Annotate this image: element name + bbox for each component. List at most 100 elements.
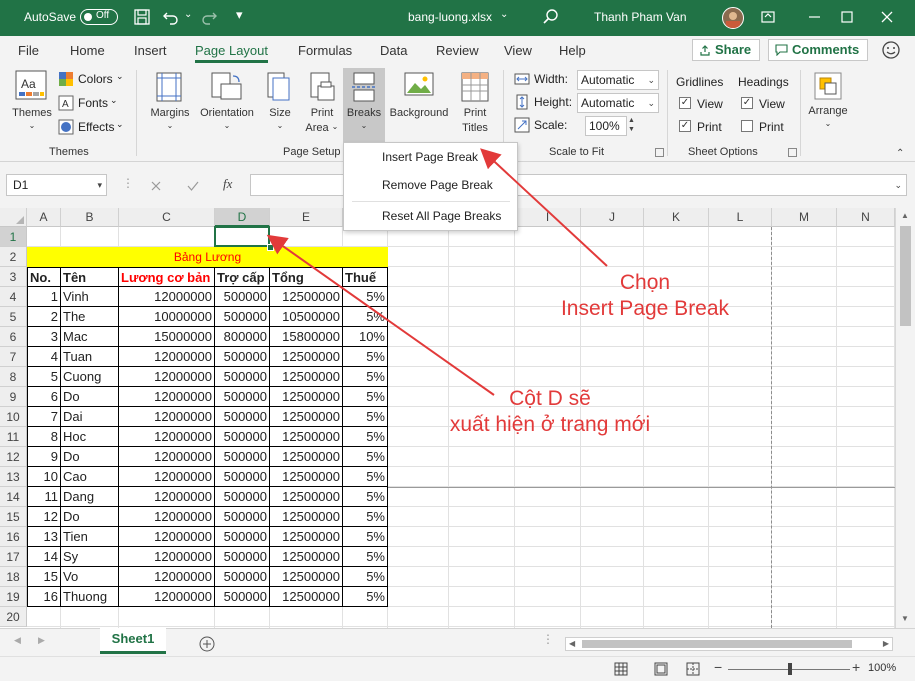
table-cell[interactable]: 12500000 (270, 287, 343, 307)
row-header-7[interactable]: 7 (0, 347, 27, 367)
tab-page-layout[interactable]: Page Layout (195, 43, 269, 63)
table-cell[interactable]: Tien (61, 527, 119, 547)
zoom-slider-thumb[interactable] (788, 663, 792, 675)
scale-spinner[interactable]: ▲ ▼ (628, 116, 640, 136)
gridlines-print-checkbox[interactable]: ✓ (679, 120, 691, 132)
table-cell[interactable]: The (61, 307, 119, 327)
column-title-cell[interactable]: Thuế (343, 267, 388, 287)
column-header-m[interactable]: M (772, 208, 837, 227)
column-header-l[interactable]: L (709, 208, 772, 227)
breaks-button[interactable]: Breaks ⌄ (343, 68, 385, 142)
table-cell[interactable]: Cuong (61, 367, 119, 387)
table-cell[interactable]: 500000 (215, 547, 270, 567)
table-cell[interactable]: Hoc (61, 427, 119, 447)
table-cell[interactable]: 12500000 (270, 367, 343, 387)
menu-item-insert-page-break[interactable]: Insert Page Break (382, 150, 478, 164)
table-cell[interactable]: Vinh (61, 287, 119, 307)
row-header-10[interactable]: 10 (0, 407, 27, 427)
page-layout-view-icon[interactable] (654, 662, 668, 676)
table-cell[interactable]: 12000000 (119, 447, 215, 467)
margins-dropdown-icon[interactable]: ⌄ (162, 121, 178, 130)
table-cell[interactable]: 5% (343, 447, 388, 467)
share-button[interactable]: Share (692, 39, 760, 61)
row-header-2[interactable]: 2 (0, 247, 27, 267)
table-cell[interactable]: 12500000 (270, 547, 343, 567)
table-cell[interactable]: 500000 (215, 307, 270, 327)
table-cell[interactable]: 12500000 (270, 487, 343, 507)
row-header-9[interactable]: 9 (0, 387, 27, 407)
table-cell[interactable]: 500000 (215, 467, 270, 487)
scroll-right-icon[interactable]: ▶ (883, 639, 889, 648)
fonts-button[interactable]: A Fonts ⌄ (58, 95, 118, 114)
table-cell[interactable]: 500000 (215, 387, 270, 407)
table-cell[interactable]: 5% (343, 427, 388, 447)
close-icon[interactable] (878, 8, 896, 26)
zoom-in-icon[interactable]: + (852, 659, 860, 675)
table-cell[interactable]: 5% (343, 407, 388, 427)
search-icon[interactable] (542, 8, 560, 26)
sheet-options-launcher-icon[interactable] (788, 148, 797, 157)
table-cell[interactable]: Cao (61, 467, 119, 487)
colors-button[interactable]: Colors ⌄ (58, 71, 124, 90)
table-cell[interactable]: 6 (27, 387, 61, 407)
headings-view-checkbox[interactable]: ✓ (741, 97, 753, 109)
autosave-toggle[interactable]: Off (80, 9, 118, 25)
table-cell[interactable]: 1 (27, 287, 61, 307)
table-cell[interactable]: 500000 (215, 567, 270, 587)
row-header-5[interactable]: 5 (0, 307, 27, 327)
minimize-icon[interactable] (806, 8, 824, 26)
fill-handle[interactable] (267, 244, 274, 251)
table-cell[interactable]: 12000000 (119, 427, 215, 447)
column-title-cell[interactable]: Tên (61, 267, 119, 287)
table-cell[interactable]: 12000000 (119, 567, 215, 587)
table-cell[interactable]: 12000000 (119, 407, 215, 427)
table-cell[interactable]: 500000 (215, 287, 270, 307)
horizontal-scrollbar[interactable]: ◀ ▶ (565, 637, 893, 651)
row-header-15[interactable]: 15 (0, 507, 27, 527)
table-cell[interactable]: 12500000 (270, 567, 343, 587)
name-box-dropdown-icon[interactable]: ▾ (97, 175, 102, 195)
table-cell[interactable]: 500000 (215, 587, 270, 607)
table-cell[interactable]: Do (61, 387, 119, 407)
save-icon[interactable] (133, 8, 151, 26)
table-cell[interactable]: 12000000 (119, 287, 215, 307)
table-cell[interactable]: 500000 (215, 447, 270, 467)
table-cell[interactable]: 12500000 (270, 387, 343, 407)
table-cell[interactable]: 500000 (215, 407, 270, 427)
tab-review[interactable]: Review (436, 43, 479, 58)
selected-cell-d1[interactable] (214, 226, 270, 247)
row-header-20[interactable]: 20 (0, 607, 27, 627)
table-cell[interactable]: 9 (27, 447, 61, 467)
scroll-up-icon[interactable]: ▲ (901, 211, 909, 220)
table-cell[interactable]: 5% (343, 467, 388, 487)
ribbon-display-options-icon[interactable] (759, 8, 777, 26)
orientation-button[interactable] (211, 72, 243, 105)
table-cell[interactable]: 2 (27, 307, 61, 327)
row-header-12[interactable]: 12 (0, 447, 27, 467)
tab-data[interactable]: Data (380, 43, 407, 58)
margins-button[interactable] (156, 72, 182, 105)
table-cell[interactable]: Dang (61, 487, 119, 507)
undo-icon[interactable] (162, 8, 180, 26)
smiley-feedback-icon[interactable] (881, 40, 901, 60)
table-cell[interactable]: 12500000 (270, 427, 343, 447)
table-cell[interactable]: 12500000 (270, 587, 343, 607)
zoom-level[interactable]: 100% (868, 662, 896, 674)
column-header-d[interactable]: D (215, 208, 270, 227)
menu-item-remove-page-break[interactable]: Remove Page Break (382, 178, 493, 192)
row-header-18[interactable]: 18 (0, 567, 27, 587)
themes-dropdown-icon[interactable]: ⌄ (24, 121, 40, 130)
column-header-c[interactable]: C (119, 208, 215, 227)
maximize-icon[interactable] (838, 8, 856, 26)
table-cell[interactable]: 5 (27, 367, 61, 387)
undo-dropdown-icon[interactable]: ⌄ (184, 9, 192, 20)
row-header-3[interactable]: 3 (0, 267, 27, 287)
table-cell[interactable]: 5% (343, 347, 388, 367)
table-cell[interactable]: 500000 (215, 427, 270, 447)
table-cell[interactable]: 12500000 (270, 467, 343, 487)
table-cell[interactable]: 12500000 (270, 507, 343, 527)
table-cell[interactable]: Tuan (61, 347, 119, 367)
table-cell[interactable]: 800000 (215, 327, 270, 347)
column-title-cell[interactable]: Trợ cấp (215, 267, 270, 287)
table-cell[interactable]: 12500000 (270, 447, 343, 467)
